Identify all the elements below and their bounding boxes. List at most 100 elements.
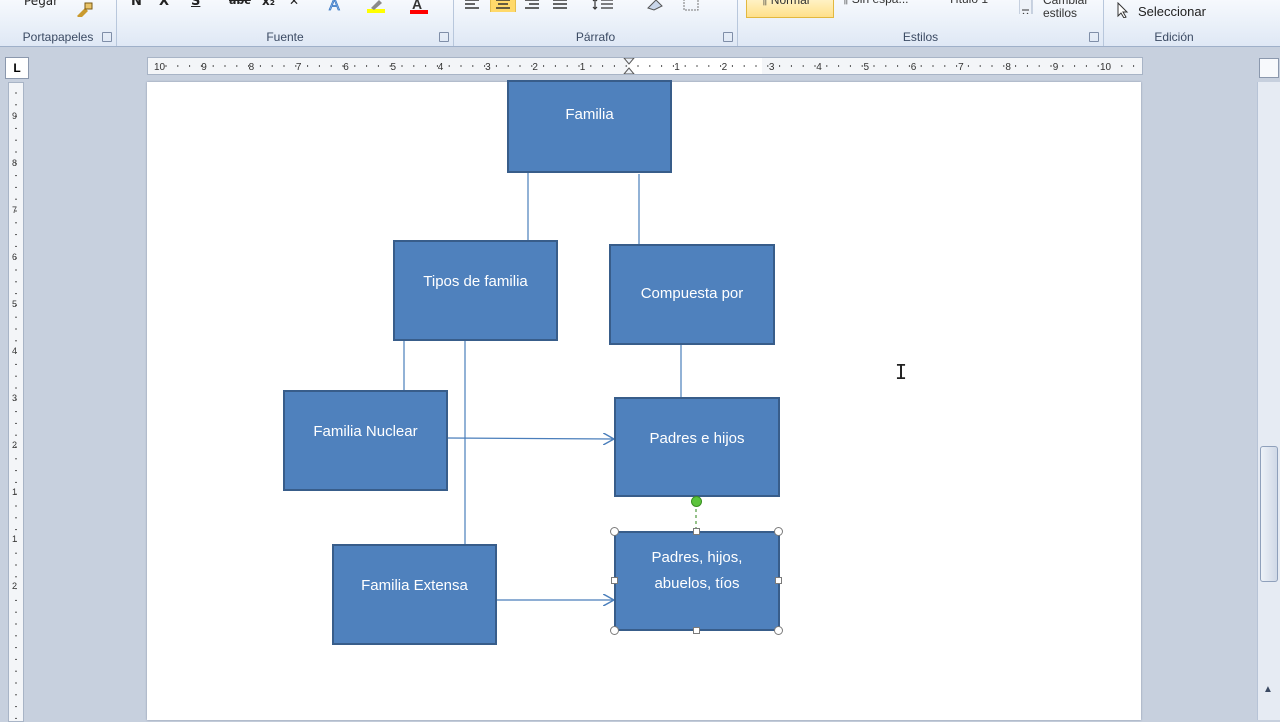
styles-launcher-icon[interactable] xyxy=(1089,32,1099,42)
resize-handle-se[interactable] xyxy=(774,626,783,635)
box-familia-nuclear[interactable]: Familia Nuclear xyxy=(283,390,448,491)
resize-handle-ne[interactable] xyxy=(774,527,783,536)
resize-handle-nw[interactable] xyxy=(610,527,619,536)
vruler-number: 2 xyxy=(12,440,17,450)
group-label-paragraph: Párrafo xyxy=(575,30,616,44)
vruler-number: 2 xyxy=(12,581,17,591)
ruler-number: 2 xyxy=(722,62,728,73)
vruler-number: 5 xyxy=(12,299,17,309)
ruler-number: 2 xyxy=(532,62,538,73)
text-cursor-icon: I xyxy=(895,360,908,384)
group-styles: ¶ Normal ¶ Sin espa... Título 1 Cambiar … xyxy=(738,0,1104,46)
highlight-icon[interactable] xyxy=(365,0,389,14)
italic-button[interactable]: X xyxy=(159,0,169,9)
paste-button[interactable]: Pegar xyxy=(24,0,58,8)
svg-text:A: A xyxy=(329,0,340,14)
font-launcher-icon[interactable] xyxy=(439,32,449,42)
resize-handle-w[interactable] xyxy=(611,577,618,584)
clear-format-button[interactable]: ✕ xyxy=(289,0,299,8)
vertical-scrollbar[interactable] xyxy=(1257,82,1280,720)
box-compuesta-por[interactable]: Compuesta por xyxy=(609,244,775,345)
ruler-number: 4 xyxy=(816,62,822,73)
styles-more-icon[interactable] xyxy=(1019,0,1033,14)
resize-handle-n[interactable] xyxy=(693,528,700,535)
box-tipos-de-familia[interactable]: Tipos de familia xyxy=(393,240,558,341)
justify-icon[interactable] xyxy=(552,0,570,14)
vruler-number: 7 xyxy=(12,205,17,215)
ruler-number: 3 xyxy=(485,62,491,73)
vruler-number: 4 xyxy=(12,346,17,356)
group-label-font: Fuente xyxy=(266,30,304,44)
ruler-number: 9 xyxy=(1053,62,1059,73)
scroll-down-icon[interactable]: ▲ xyxy=(1257,684,1279,700)
resize-handle-e[interactable] xyxy=(775,577,782,584)
format-painter-icon[interactable] xyxy=(74,1,94,17)
box-padres-e-hijos[interactable]: Padres e hijos xyxy=(614,397,780,497)
resize-handle-s[interactable] xyxy=(693,627,700,634)
subscript-button[interactable]: x₂ xyxy=(262,0,275,8)
ruler-ticks: 10 9 8 7 6 5 4 3 2 1 1 2 3 4 5 6 7 8 9 10 xyxy=(154,58,1135,74)
ruler-number: 8 xyxy=(249,62,255,73)
ruler-number: 6 xyxy=(343,62,349,73)
indent-marker-icon xyxy=(623,58,635,74)
align-right-icon[interactable] xyxy=(524,0,542,14)
font-color-icon[interactable]: A xyxy=(409,0,431,14)
ruler-row: L 10 9 8 7 6 5 4 3 2 1 1 2 3 4 5 6 7 8 9 10 xyxy=(0,47,1280,81)
ribbon: Pegar Portapapeles N X S abc x₂ ✕ A A Fu… xyxy=(0,0,1280,47)
vertical-ruler[interactable]: 9 8 7 6 5 4 3 2 1 1 2 xyxy=(8,82,24,722)
group-paragraph: Párrafo xyxy=(454,0,738,46)
ruler-number: 8 xyxy=(1005,62,1011,73)
group-label-clipboard: Portapapeles xyxy=(22,30,94,44)
group-label-styles: Estilos xyxy=(902,30,939,44)
vruler-number: 1 xyxy=(12,534,17,544)
shading-icon[interactable] xyxy=(644,0,670,14)
tab-selector[interactable]: L xyxy=(5,57,29,79)
vruler-number: 1 xyxy=(12,487,17,497)
paragraph-launcher-icon[interactable] xyxy=(723,32,733,42)
group-label-editing: Edición xyxy=(1154,30,1194,44)
underline-button[interactable]: S xyxy=(191,0,200,9)
horizontal-ruler[interactable]: 10 9 8 7 6 5 4 3 2 1 1 2 3 4 5 6 7 8 9 10 xyxy=(147,57,1143,75)
select-button[interactable]: Seleccionar xyxy=(1138,4,1206,28)
ruler-number: 1 xyxy=(580,62,586,73)
ruler-number: 1 xyxy=(674,62,680,73)
align-left-icon[interactable] xyxy=(464,0,482,14)
vruler-number: 3 xyxy=(12,393,17,403)
ruler-number: 10 xyxy=(154,62,166,73)
strikethrough-button[interactable]: abc xyxy=(229,0,251,7)
scroll-thumb[interactable] xyxy=(1260,446,1278,582)
box-familia[interactable]: Familia xyxy=(507,80,672,173)
bold-button[interactable]: N xyxy=(131,0,142,9)
group-editing: Seleccionar Edición xyxy=(1104,0,1244,46)
box-padres-hijos-abuelos-tios[interactable]: Padres, hijos, abuelos, tíos xyxy=(614,531,780,631)
vruler-number: 6 xyxy=(12,252,17,262)
change-styles-button[interactable]: Cambiar estilos xyxy=(1043,0,1103,20)
rotate-handle[interactable] xyxy=(691,496,702,507)
select-cursor-icon xyxy=(1117,2,1129,18)
resize-handle-sw[interactable] xyxy=(610,626,619,635)
text-effects-icon[interactable]: A xyxy=(327,0,349,14)
box-familia-extensa[interactable]: Familia Extensa xyxy=(332,544,497,645)
style-normal[interactable]: ¶ Normal xyxy=(746,0,834,18)
ruler-number: 5 xyxy=(864,62,870,73)
view-ruler-button[interactable] xyxy=(1259,58,1279,78)
ruler-number: 3 xyxy=(769,62,775,73)
ruler-number: 7 xyxy=(296,62,302,73)
ruler-number: 7 xyxy=(958,62,964,73)
line-spacing-icon[interactable] xyxy=(592,0,618,14)
ruler-number: 6 xyxy=(911,62,917,73)
align-center-icon[interactable] xyxy=(490,0,516,12)
ruler-number: 9 xyxy=(201,62,207,73)
style-heading-1[interactable]: Título 1 xyxy=(948,0,988,18)
ruler-number: 10 xyxy=(1100,62,1112,73)
group-clipboard: Pegar Portapapeles xyxy=(0,0,117,46)
group-font: N X S abc x₂ ✕ A A Fuente xyxy=(117,0,454,46)
vruler-number: 9 xyxy=(12,111,17,121)
borders-icon[interactable] xyxy=(682,0,704,14)
vertical-ruler-ticks: 9 8 7 6 5 4 3 2 1 1 2 xyxy=(12,92,17,719)
style-no-spacing[interactable]: ¶ Sin espa... xyxy=(842,0,908,18)
clipboard-launcher-icon[interactable] xyxy=(102,32,112,42)
ruler-number: 4 xyxy=(438,62,444,73)
vruler-number: 8 xyxy=(12,158,17,168)
ruler-number: 5 xyxy=(391,62,397,73)
